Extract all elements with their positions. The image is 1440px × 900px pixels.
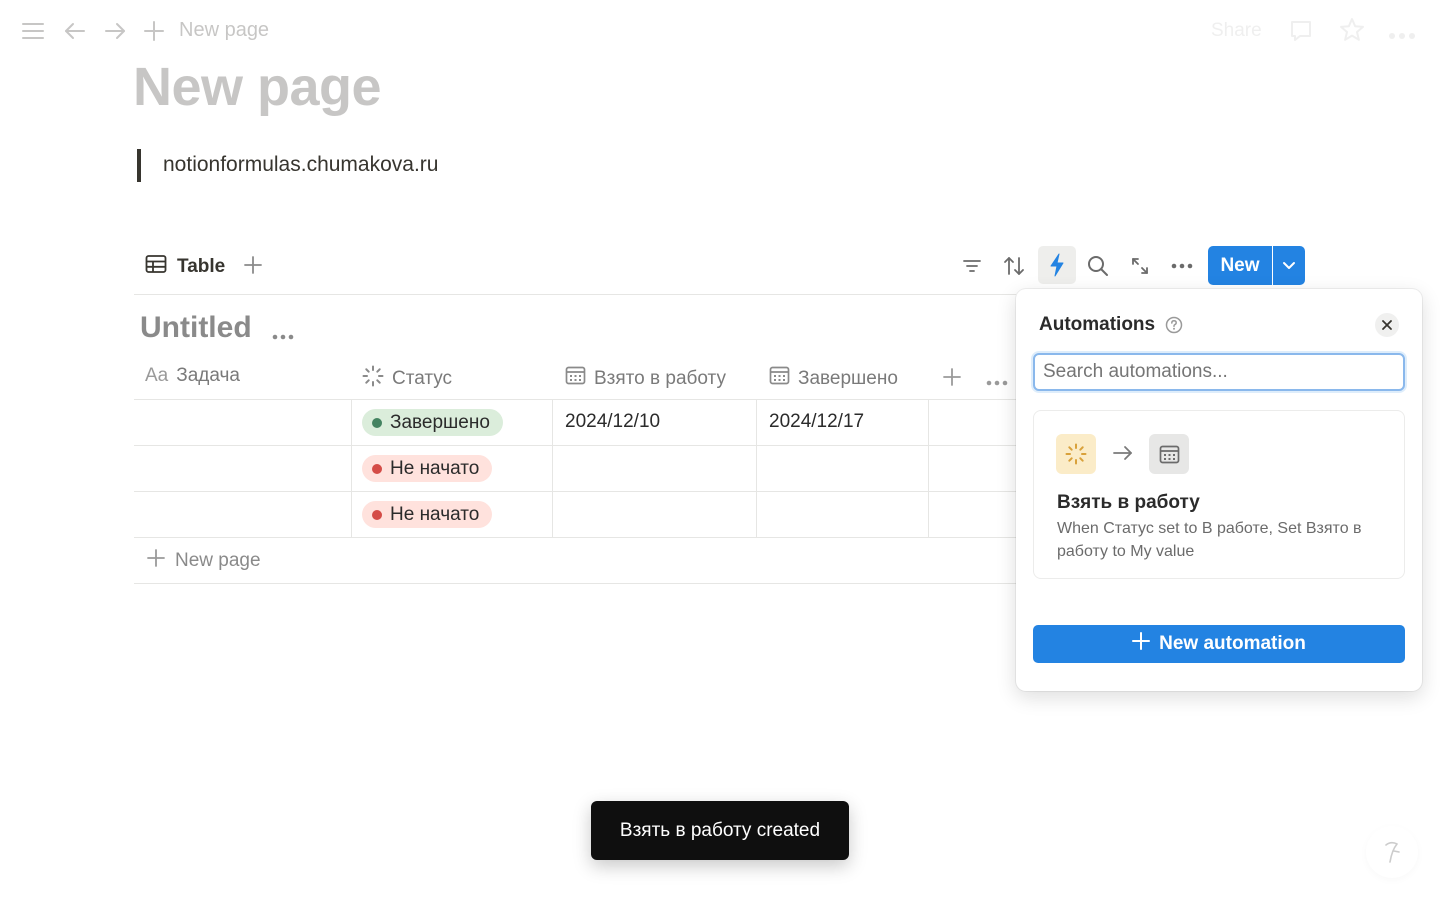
- column-header-label: Статус: [392, 368, 453, 389]
- question-icon: [1385, 841, 1400, 863]
- add-view-icon[interactable]: [243, 255, 263, 280]
- arrow-right-icon: [1112, 444, 1134, 467]
- page-title[interactable]: New page: [133, 56, 382, 118]
- forward-arrow-icon[interactable]: [103, 20, 127, 47]
- table-row[interactable]: [134, 446, 351, 491]
- calendar-icon: [769, 365, 790, 392]
- add-page-icon[interactable]: [143, 20, 165, 47]
- breadcrumb[interactable]: New page: [179, 19, 269, 42]
- automation-lightning-icon[interactable]: [1038, 246, 1076, 284]
- help-icon[interactable]: [1165, 316, 1183, 339]
- column-divider: [756, 399, 757, 537]
- star-icon[interactable]: [1339, 17, 1365, 48]
- automations-title: Automations: [1039, 314, 1156, 335]
- new-automation-label: New automation: [1159, 633, 1306, 654]
- column-more-icon[interactable]: [986, 373, 1008, 391]
- quote-text[interactable]: notionformulas.chumakova.ru: [163, 153, 438, 177]
- toast-message: Взять в работу created: [619, 819, 821, 841]
- table-view-tab[interactable]: Table: [145, 254, 225, 279]
- done-date-cell[interactable]: 2024/12/17: [769, 411, 864, 433]
- column-header-label: Задача: [176, 365, 240, 386]
- comment-icon[interactable]: [1288, 18, 1314, 49]
- toolbar-divider: [134, 294, 1016, 295]
- status-dot: [372, 509, 382, 520]
- more-icon[interactable]: [1388, 27, 1416, 45]
- column-header-task[interactable]: Aa Задача: [145, 365, 240, 387]
- new-row-label: New page: [175, 549, 261, 571]
- close-icon[interactable]: [1375, 313, 1399, 337]
- table-row[interactable]: [134, 400, 351, 445]
- status-label: Завершено: [390, 411, 490, 433]
- calendar-action-icon: [1149, 434, 1189, 474]
- column-divider: [928, 399, 929, 537]
- text-icon: Aa: [145, 365, 169, 386]
- table-view-label: Table: [177, 255, 226, 277]
- help-button[interactable]: [1366, 826, 1418, 878]
- status-trigger-icon: [1056, 434, 1096, 474]
- column-divider: [351, 399, 352, 537]
- filter-icon[interactable]: [957, 251, 987, 281]
- table-icon: [145, 254, 167, 279]
- status-label: Не начато: [390, 457, 480, 479]
- back-arrow-icon[interactable]: [63, 20, 87, 47]
- search-automations-input[interactable]: [1033, 353, 1405, 391]
- column-header-taken[interactable]: Взято в работу: [565, 365, 726, 392]
- database-more-icon[interactable]: [272, 327, 294, 345]
- expand-icon[interactable]: [1125, 251, 1155, 281]
- plus-icon: [1132, 632, 1151, 656]
- automation-name: Взять в работу: [1057, 492, 1200, 513]
- view-more-icon[interactable]: [1167, 251, 1197, 281]
- calendar-icon: [565, 365, 586, 392]
- new-automation-button[interactable]: New automation: [1033, 625, 1405, 663]
- database-title[interactable]: Untitled: [140, 311, 252, 345]
- column-header-label: Завершено: [798, 367, 898, 389]
- status-dot: [372, 463, 382, 474]
- status-dot: [372, 417, 382, 428]
- new-record-dropdown[interactable]: [1273, 246, 1305, 285]
- status-icon: [362, 365, 384, 393]
- taken-date-cell[interactable]: 2024/12/10: [565, 411, 660, 433]
- status-label: Не начато: [390, 503, 480, 525]
- automation-card[interactable]: Взять в работу When Статус set to В рабо…: [1033, 410, 1405, 579]
- share-button[interactable]: Share: [1211, 20, 1262, 42]
- row-divider: [134, 583, 1016, 584]
- quote-bar: [137, 149, 141, 182]
- column-header-done[interactable]: Завершено: [769, 365, 898, 392]
- toast-notification: Взять в работу created: [591, 801, 849, 860]
- status-badge[interactable]: Не начато: [362, 501, 493, 528]
- row-divider: [134, 537, 1016, 538]
- column-header-status[interactable]: Статус: [362, 365, 452, 393]
- sort-icon[interactable]: [999, 251, 1029, 281]
- automation-description: When Статус set to В работе, Set Взято в…: [1057, 520, 1362, 560]
- column-header-label: Взято в работу: [594, 367, 726, 389]
- chevron-down-icon: [1283, 261, 1295, 269]
- plus-icon: [147, 549, 165, 572]
- search-icon[interactable]: [1083, 251, 1113, 281]
- status-badge[interactable]: Не начато: [362, 455, 493, 482]
- add-column-icon[interactable]: [942, 367, 962, 392]
- automations-panel: Automations Взять в работу When Статус s…: [1016, 289, 1422, 691]
- new-record-button[interactable]: New: [1208, 246, 1272, 285]
- status-badge[interactable]: Завершено: [362, 409, 503, 436]
- table-row[interactable]: [134, 492, 351, 537]
- sidebar-menu-icon[interactable]: [20, 20, 46, 47]
- column-divider: [552, 399, 553, 537]
- new-row-button[interactable]: New page: [147, 549, 261, 572]
